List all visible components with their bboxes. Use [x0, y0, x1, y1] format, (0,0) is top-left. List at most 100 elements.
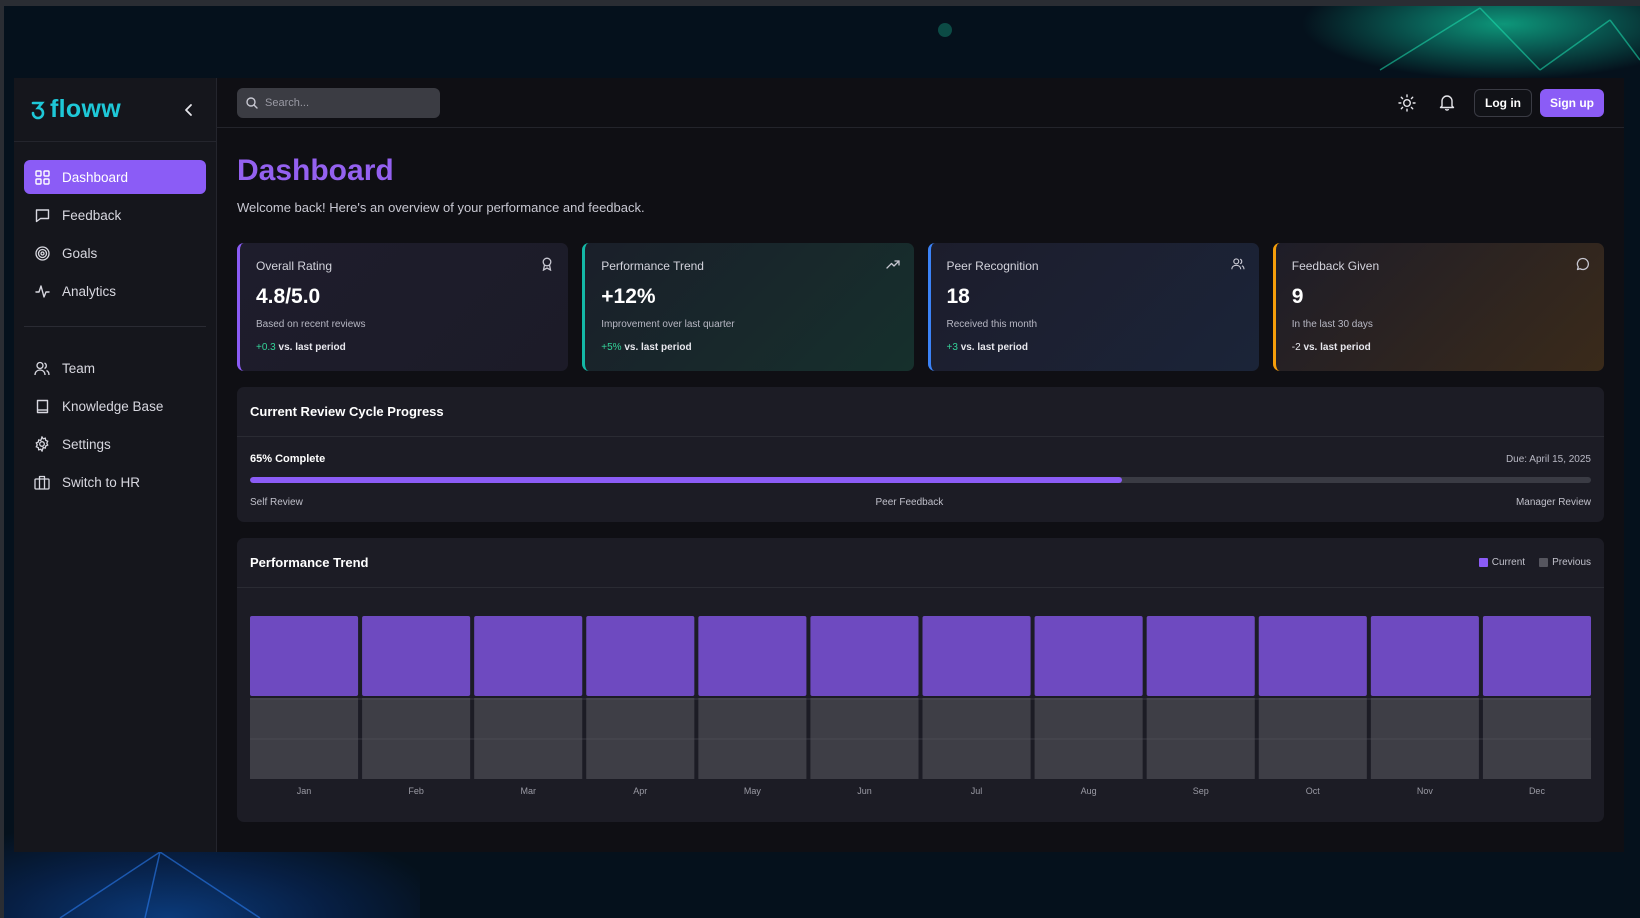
bar-previous-nov[interactable]: [1370, 698, 1479, 779]
performance-trend-chart: Jan Feb Mar Apr May Jun Jul Aug Sep Oct Nov Dec: [250, 616, 1591, 796]
stat-card-peer-recognition: Peer Recognition 18 Received this month …: [927, 243, 1259, 371]
review-cycle-panel: Current Review Cycle Progress 65% Comple…: [237, 387, 1604, 522]
window-frame-left: [0, 0, 4, 918]
stat-change: -2 vs. last period: [1292, 342, 1590, 353]
login-button[interactable]: Log in: [1474, 88, 1532, 117]
stat-value: 9: [1291, 285, 1304, 308]
brand-mark-icon: [31, 101, 45, 119]
stat-card-feedback-given: Feedback Given 9 In the last 30 days -2 …: [1272, 243, 1604, 371]
bar-previous-sep[interactable]: [1146, 698, 1255, 779]
sidebar-item-feedback[interactable]: Feedback: [24, 198, 206, 232]
bar-current-dec[interactable]: [1482, 616, 1591, 696]
legend-swatch-current: [1478, 558, 1488, 567]
bar-previous-jun[interactable]: [810, 698, 919, 779]
bar-current-nov[interactable]: [1370, 616, 1479, 696]
search-input[interactable]: [265, 96, 425, 109]
search-box[interactable]: [237, 87, 440, 118]
performance-trend-header: Performance Trend Current Previous: [237, 538, 1604, 588]
bar-previous-jul[interactable]: [922, 698, 1031, 779]
x-tick-label: Dec: [1529, 786, 1546, 796]
collapse-sidebar-button[interactable]: [178, 99, 200, 121]
stat-vs-label: vs. last period: [1303, 342, 1371, 353]
signup-button[interactable]: Sign up: [1540, 88, 1604, 117]
stat-value: 4.8/5.0: [256, 285, 321, 308]
stat-description: Received this month: [946, 319, 1038, 330]
x-tick-label: Mar: [520, 786, 536, 796]
top-bar: Log in Sign up: [217, 78, 1624, 128]
stat-delta: +3: [946, 342, 958, 353]
x-tick-label: Jan: [297, 786, 312, 796]
review-cycle-title: Current Review Cycle Progress: [250, 404, 444, 419]
stat-value: +12%: [601, 285, 656, 308]
theme-toggle-button[interactable]: [1394, 90, 1420, 116]
sidebar-item-label: Dashboard: [62, 169, 129, 185]
bar-previous-mar[interactable]: [474, 698, 583, 779]
bar-current-sep[interactable]: [1146, 616, 1255, 696]
brand-logo[interactable]: floww: [30, 95, 121, 124]
step-manager-review: Manager Review: [1515, 497, 1591, 508]
bar-current-may[interactable]: [698, 616, 807, 696]
bar-current-feb[interactable]: [362, 616, 471, 696]
activity-icon: [34, 283, 50, 299]
users-icon: [34, 360, 50, 376]
stat-value: 18: [946, 285, 970, 308]
bar-previous-apr[interactable]: [586, 698, 695, 779]
x-tick-label: Oct: [1306, 786, 1321, 796]
sidebar-item-team[interactable]: Team: [24, 351, 206, 385]
stat-delta: -2: [1291, 342, 1301, 353]
progress-track: [250, 477, 1591, 483]
due-date: Due: April 15, 2025: [1505, 453, 1591, 465]
bar-previous-jan[interactable]: [250, 698, 359, 779]
x-tick-label: Jun: [857, 786, 872, 796]
bar-previous-aug[interactable]: [1034, 698, 1143, 779]
bar-previous-feb[interactable]: [362, 698, 471, 779]
bar-current-jan[interactable]: [250, 616, 359, 696]
users-icon: [1231, 258, 1245, 270]
notifications-button[interactable]: [1434, 90, 1460, 116]
stat-description: Improvement over last quarter: [601, 319, 735, 330]
review-cycle-body: 65% Complete Due: April 15, 2025 Self Re…: [237, 437, 1604, 522]
app-window: floww Dashboard Feedback Goals Analytics…: [14, 78, 1624, 852]
stat-delta: +5%: [601, 342, 622, 353]
legend-label-previous: Previous: [1552, 557, 1591, 568]
bar-current-mar[interactable]: [474, 616, 583, 696]
progress-steps: Self Review Peer Feedback Manager Review: [250, 497, 1591, 508]
window-frame-top: [0, 0, 1640, 6]
sidebar-item-settings[interactable]: Settings: [24, 427, 206, 461]
message-square-icon: [34, 207, 50, 223]
legend-swatch-previous: [1539, 558, 1549, 567]
sidebar-item-label: Team: [62, 360, 96, 376]
dashboard-content: Dashboard Welcome back! Here's an overvi…: [217, 128, 1624, 852]
chart-legend: Current Previous: [1478, 557, 1591, 568]
stat-description: In the last 30 days: [1291, 319, 1373, 330]
stat-vs-label: vs. last period: [960, 342, 1028, 353]
stat-title: Overall Rating: [256, 259, 333, 273]
page-subtitle: Welcome back! Here's an overview of your…: [237, 200, 645, 215]
legend-current[interactable]: Current: [1478, 557, 1525, 568]
bar-current-apr[interactable]: [586, 616, 695, 696]
stat-card-performance-trend: Performance Trend +12% Improvement over …: [582, 243, 914, 371]
target-icon: [34, 245, 50, 261]
bar-current-jun[interactable]: [810, 616, 919, 696]
sidebar-item-knowledge-base[interactable]: Knowledge Base: [24, 389, 206, 423]
trending-up-icon: [885, 260, 900, 269]
sidebar-item-switch-to-hr[interactable]: Switch to HR: [24, 465, 206, 499]
performance-trend-title: Performance Trend: [250, 555, 369, 570]
stat-title: Performance Trend: [601, 259, 704, 273]
bar-current-jul[interactable]: [922, 616, 1031, 696]
legend-previous[interactable]: Previous: [1539, 557, 1591, 568]
x-tick-label: Sep: [1193, 786, 1209, 796]
x-tick-label: Aug: [1081, 786, 1097, 796]
bar-previous-oct[interactable]: [1258, 698, 1367, 779]
sidebar-item-analytics[interactable]: Analytics: [24, 274, 206, 308]
bar-current-oct[interactable]: [1258, 616, 1367, 696]
bar-previous-may[interactable]: [698, 698, 807, 779]
sidebar-item-dashboard[interactable]: Dashboard: [24, 160, 206, 194]
briefcase-icon: [34, 474, 50, 490]
bar-previous-dec[interactable]: [1482, 698, 1591, 779]
bar-current-aug[interactable]: [1034, 616, 1143, 696]
sun-icon: [1398, 93, 1416, 112]
progress-label: 65% Complete: [250, 453, 326, 465]
sidebar-item-goals[interactable]: Goals: [24, 236, 206, 270]
sidebar: floww Dashboard Feedback Goals Analytics…: [14, 78, 217, 852]
